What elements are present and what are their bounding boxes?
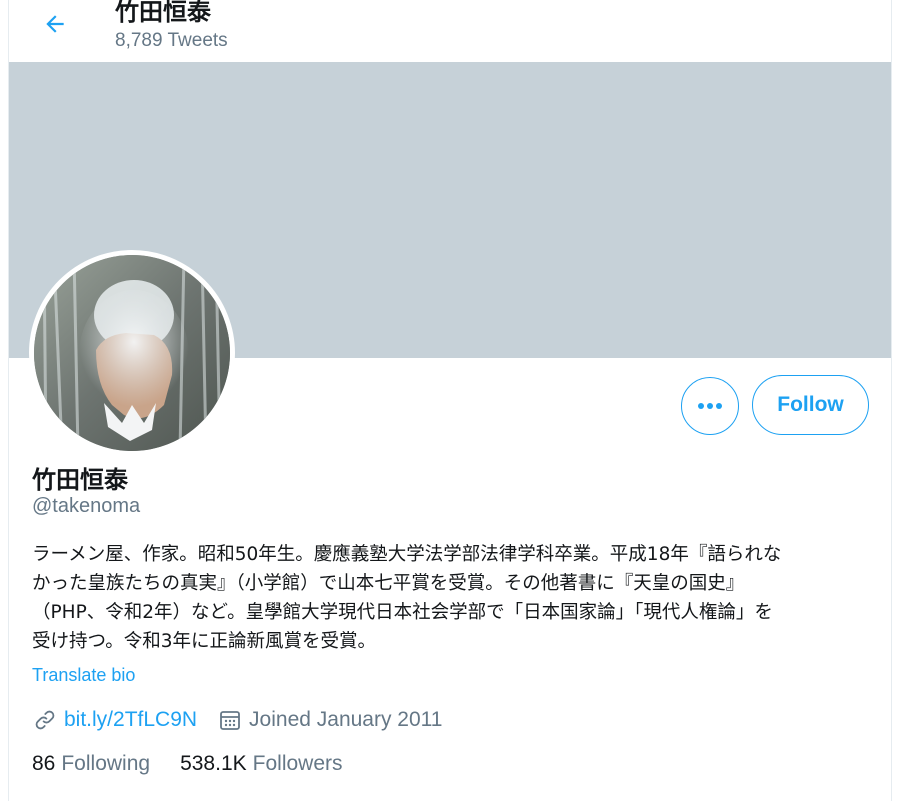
more-options-button[interactable]: [681, 377, 739, 435]
calendar-icon: [217, 707, 243, 733]
profile-page: 竹田恒泰 8,789 Tweets Follow 竹田恒泰 @takenoma …: [8, 0, 892, 801]
avatar-photo: [34, 255, 230, 451]
following-label: Following: [61, 752, 151, 775]
profile-meta: bit.ly/2TfLC9N Joined January 2011: [32, 705, 442, 735]
following-stat[interactable]: 86 Following: [32, 752, 150, 776]
header-title: 竹田恒泰: [115, 0, 211, 26]
tweet-count: 8,789 Tweets: [115, 30, 228, 51]
ellipsis-icon: [698, 403, 722, 409]
following-count: 86: [32, 752, 56, 775]
followers-stat[interactable]: 538.1K Followers: [180, 752, 342, 776]
link-icon: [32, 707, 58, 733]
followers-count: 538.1K: [180, 752, 247, 775]
followers-label: Followers: [252, 752, 343, 775]
translate-bio-link[interactable]: Translate bio: [32, 665, 135, 686]
profile-bio: ラーメン屋、作家。昭和50年生。慶應義塾大学法学部法律学科卒業。平成18年『語ら…: [32, 540, 872, 656]
bio-line: （PHP、令和2年）など。皇學館大学現代日本社会学部で「日本国家論」「現代人権論…: [32, 602, 773, 623]
profile-name: 竹田恒泰: [32, 466, 128, 494]
top-bar: 竹田恒泰 8,789 Tweets: [9, 0, 891, 62]
bio-line: ラーメン屋、作家。昭和50年生。慶應義塾大学法学部法律学科卒業。平成18年『語ら…: [32, 544, 782, 565]
follow-stats: 86 Following 538.1K Followers: [32, 752, 373, 776]
arrow-left-icon: [46, 15, 64, 33]
profile-handle: @takenoma: [32, 495, 141, 517]
avatar[interactable]: [29, 250, 235, 456]
joined-date: Joined January 2011: [249, 708, 443, 731]
bio-line: かった皇族たちの真実』（小学館）で山本七平賞を受賞。その他著書に『天皇の国史』: [32, 573, 745, 594]
follow-button[interactable]: Follow: [752, 375, 869, 435]
bio-line: 受け持つ。令和3年に正論新風賞を受賞。: [32, 631, 377, 652]
website-link[interactable]: bit.ly/2TfLC9N: [64, 708, 197, 732]
back-button[interactable]: [35, 4, 75, 44]
